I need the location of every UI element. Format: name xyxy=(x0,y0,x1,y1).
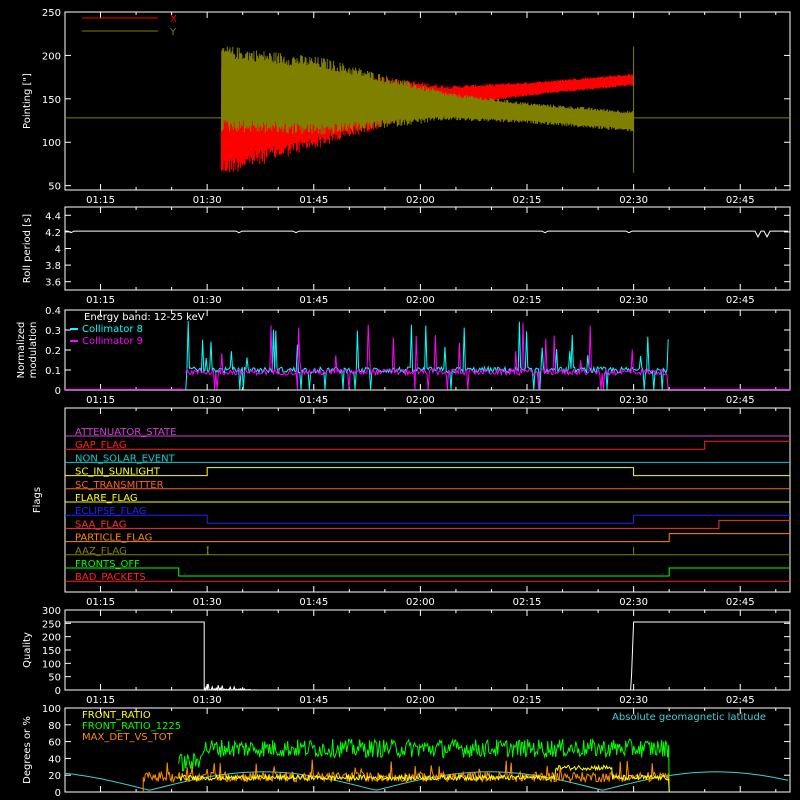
flag-step-sc-in-sunlight xyxy=(65,467,790,477)
modulation-y-tick-label: 0.3 xyxy=(45,326,61,337)
flags-y-axis-label: Flags xyxy=(32,487,43,513)
legend-label-max-det-vs-tot: MAX_DET_VS_TOT xyxy=(82,732,174,743)
quality-time-tick-label: 01:15 xyxy=(86,695,115,706)
flags-time-tick-label: 01:45 xyxy=(299,597,328,608)
pointing-time-tick-label: 01:30 xyxy=(193,195,222,206)
quality-y-tick-label: 50 xyxy=(48,673,61,684)
modulation-time-tick-label: 01:15 xyxy=(86,395,115,406)
flags-time-tick-label: 01:15 xyxy=(86,597,115,608)
flags-time-tick-label: 02:15 xyxy=(513,597,542,608)
flag-step-saa-flag xyxy=(65,519,790,529)
modulation-time-tick-label: 02:45 xyxy=(726,395,755,406)
modulation-time-tick-label: 01:45 xyxy=(299,395,328,406)
pointing-time-tick-label: 02:45 xyxy=(726,195,755,206)
rhessi-quicklook-plot: 5010015020025001:15 01:30 01:45 02:00 02:15 0… xyxy=(16,8,791,799)
flag-step-aaz-flag xyxy=(65,546,790,556)
ratios-y-tick-label: 0 xyxy=(55,788,61,799)
pointing-y-tick-label: 100 xyxy=(42,138,61,149)
quality-time-tick-label: 02:15 xyxy=(513,695,542,706)
legend-label-geomagnetic-latitude: Absolute geomagnetic latitude xyxy=(612,712,766,723)
legend-label-y: Y xyxy=(169,27,177,38)
quality-time-tick-label: 01:30 xyxy=(193,695,222,706)
flag-step-gap-flag xyxy=(65,440,790,450)
pointing-y-tick-label: 200 xyxy=(42,51,61,62)
pointing-time-tick-label: 02:00 xyxy=(406,195,435,206)
quality-y-tick-label: 200 xyxy=(42,633,61,644)
roll-y-axis-label: Roll period [s] xyxy=(22,214,33,283)
modulation-time-tick-label: 01:30 xyxy=(193,395,222,406)
roll-time-tick-label: 02:30 xyxy=(619,295,648,306)
pointing-time-tick-label: 01:45 xyxy=(299,195,328,206)
roll-period-line xyxy=(65,230,788,238)
ratios-y-tick-label: 100 xyxy=(42,704,61,715)
modulation-time-tick-label: 02:30 xyxy=(619,395,648,406)
ratios-y-tick-label: 80 xyxy=(48,721,61,732)
quality-y-tick-label: 250 xyxy=(42,619,61,630)
pointing-time-tick-label: 01:15 xyxy=(86,195,115,206)
roll-y-tick-label: 4.2 xyxy=(45,228,61,239)
legend-label-x: X xyxy=(170,14,177,25)
roll-frame xyxy=(64,206,791,291)
pointing-y-tick-label: 50 xyxy=(48,182,61,193)
ratios-y-tick-label: 60 xyxy=(48,738,61,749)
quality-y-axis-label: Quality xyxy=(22,632,33,668)
modulation-time-tick-label: 02:00 xyxy=(406,395,435,406)
quality-y-tick-label: 300 xyxy=(42,606,61,617)
legend-label-front-ratio: FRONT_RATIO xyxy=(82,710,151,721)
modulation-y-tick-label: 0.4 xyxy=(45,306,61,317)
roll-time-tick-label: 02:00 xyxy=(406,295,435,306)
quality-line xyxy=(65,621,790,692)
quality-time-tick-label: 01:45 xyxy=(299,695,328,706)
flag-step-particle-flag xyxy=(65,533,790,543)
ratios-y-axis-label: Degrees or % xyxy=(22,716,33,784)
quality-y-tick-label: 100 xyxy=(42,659,61,670)
roll-time-tick-label: 01:45 xyxy=(299,295,328,306)
roll-time-tick-label: 02:15 xyxy=(513,295,542,306)
modulation-time-tick-label: 02:15 xyxy=(513,395,542,406)
quality-time-tick-label: 02:45 xyxy=(726,695,755,706)
pointing-time-tick-label: 02:15 xyxy=(513,195,542,206)
legend-label-collimator-9: Collimator 9 xyxy=(82,336,143,347)
flags-time-tick-label: 01:30 xyxy=(193,597,222,608)
roll-time-tick-label: 01:30 xyxy=(193,295,222,306)
modulation-energy-band-annotation: Energy band: 12-25 keV xyxy=(84,312,205,323)
ratios-y-tick-label: 40 xyxy=(48,754,61,765)
legend-label-collimator-8: Collimator 8 xyxy=(82,324,143,335)
modulation-y-axis-label-2: modulation xyxy=(28,322,39,379)
ratios-y-tick-label: 20 xyxy=(48,771,61,782)
roll-y-tick-label: 3.6 xyxy=(45,278,61,289)
pointing-y-tick-label: 150 xyxy=(42,95,61,106)
quality-y-tick-label: 0 xyxy=(55,686,61,697)
quality-time-tick-label: 02:30 xyxy=(619,695,648,706)
ratio-series-front-ratio-1225-line xyxy=(178,738,670,793)
modulation-y-tick-label: 0.2 xyxy=(45,346,61,357)
roll-y-tick-label: 4.4 xyxy=(45,211,61,222)
roll-time-tick-label: 01:15 xyxy=(86,295,115,306)
flags-time-tick-label: 02:00 xyxy=(406,597,435,608)
modulation-y-tick-label: 0.1 xyxy=(45,366,61,377)
pointing-y-axis-label: Pointing ["] xyxy=(22,73,33,129)
quality-y-tick-label: 150 xyxy=(42,646,61,657)
modulation-y-tick-label: 0 xyxy=(55,386,61,397)
roll-y-tick-label: 4 xyxy=(55,245,61,256)
flags-time-tick-label: 02:30 xyxy=(619,597,648,608)
flag-step-eclipse-flag xyxy=(65,514,790,524)
pointing-time-tick-label: 02:30 xyxy=(619,195,648,206)
pointing-y-tick-label: 250 xyxy=(42,8,61,19)
flags-time-tick-label: 02:45 xyxy=(726,597,755,608)
modulation-y-axis-label-1: Normalized xyxy=(16,322,27,379)
quality-time-tick-label: 02:00 xyxy=(406,695,435,706)
flag-step-fronts-off xyxy=(65,567,790,577)
roll-time-tick-label: 02:45 xyxy=(726,295,755,306)
legend-label-front-ratio-1225: FRONT_RATIO_1225 xyxy=(82,721,181,732)
roll-y-tick-label: 3.8 xyxy=(45,261,61,272)
